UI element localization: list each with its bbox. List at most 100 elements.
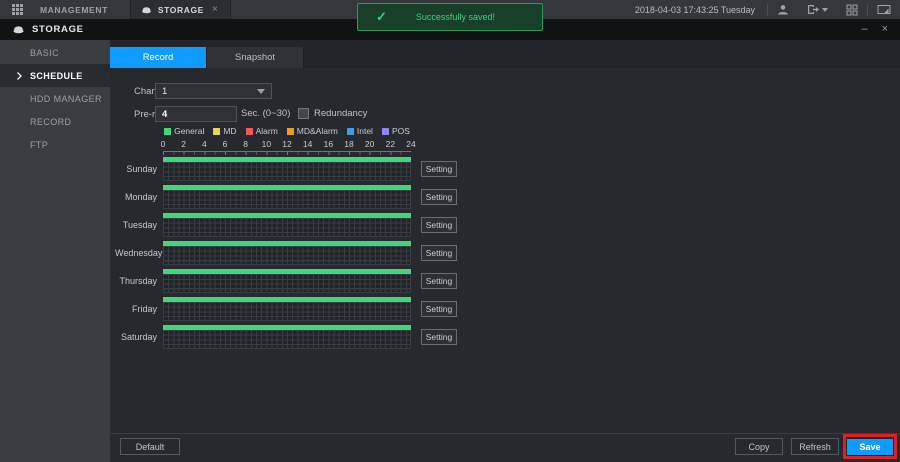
sidebar-item-label: BASIC	[30, 48, 59, 58]
storage-disk-icon	[12, 25, 25, 34]
redundancy-checkbox[interactable]	[298, 108, 309, 119]
sidebar-item-label: HDD MANAGER	[30, 94, 102, 104]
alarm-swatch	[246, 128, 253, 135]
timeline-monday[interactable]	[163, 185, 411, 209]
view-grid-button[interactable]	[837, 0, 867, 19]
live-preview-button[interactable]	[868, 0, 900, 19]
md-swatch	[213, 128, 220, 135]
schedule-row-thursday: Thursday Setting	[115, 269, 457, 293]
timeline-wednesday[interactable]	[163, 241, 411, 265]
timeline-saturday[interactable]	[163, 325, 411, 349]
storage-disk-icon	[141, 6, 152, 14]
sidebar-item-ftp[interactable]: FTP	[0, 133, 110, 156]
apps-menu-button[interactable]	[0, 0, 34, 19]
tab-storage[interactable]: STORAGE ×	[130, 0, 231, 19]
sidebar-item-label: FTP	[30, 140, 48, 150]
save-highlight-box: Save	[843, 434, 897, 459]
schedule-row-tuesday: Tuesday Setting	[115, 213, 457, 237]
minimize-icon[interactable]: –	[861, 24, 867, 35]
day-label: Saturday	[115, 332, 157, 342]
setting-button-thursday[interactable]: Setting	[421, 273, 457, 289]
timeline-grid	[163, 274, 411, 293]
timeline-grid	[163, 330, 411, 349]
user-icon	[777, 4, 789, 16]
redundancy-label: Redundancy	[314, 106, 367, 122]
timeline-grid	[163, 162, 411, 181]
check-icon: ✓	[376, 9, 387, 25]
prerecord-unit-label: Sec. (0~30)	[241, 106, 290, 122]
mdalarm-swatch	[287, 128, 294, 135]
timeline-thursday[interactable]	[163, 269, 411, 293]
monitor-icon	[877, 4, 891, 16]
app-window: MANAGEMENT STORAGE × 2018-04-03 17:43:25…	[0, 0, 900, 462]
chevron-down-icon	[822, 8, 828, 12]
schedule-row-monday: Monday Setting	[115, 185, 457, 209]
sidebar: BASIC SCHEDULE HDD MANAGER RECORD FTP	[0, 40, 110, 462]
sidebar-item-label: RECORD	[30, 117, 71, 127]
legend-item-general: General	[164, 126, 204, 136]
hour-axis: 0 2 4 6 8 10 12 14 16 18 20 22 24	[163, 139, 411, 150]
timeline-friday[interactable]	[163, 297, 411, 321]
tab-close-icon[interactable]: ×	[210, 4, 220, 16]
timeline-tuesday[interactable]	[163, 213, 411, 237]
pos-swatch	[382, 128, 389, 135]
management-tab-label: MANAGEMENT	[40, 5, 108, 15]
setting-button-friday[interactable]: Setting	[421, 301, 457, 317]
schedule-row-sunday: Sunday Setting	[115, 157, 457, 181]
timeline-grid	[163, 302, 411, 321]
system-datetime: 2018-04-03 17:43:25 Tuesday	[635, 5, 767, 15]
main-content: Record Snapshot Channel 1 Pre-record Sec…	[110, 40, 900, 462]
legend-item-pos: POS	[382, 126, 410, 136]
timeline-grid	[163, 218, 411, 237]
setting-button-wednesday[interactable]: Setting	[421, 245, 457, 261]
day-label: Thursday	[115, 276, 157, 286]
toast-message: Successfully saved!	[387, 12, 542, 22]
sidebar-item-schedule[interactable]: SCHEDULE	[0, 64, 110, 87]
channel-select[interactable]: 1	[155, 83, 272, 99]
tab-snapshot[interactable]: Snapshot	[207, 47, 304, 68]
tab-bar: Record Snapshot	[110, 40, 900, 68]
intel-swatch	[347, 128, 354, 135]
record-type-legend: General MD Alarm MD&Alarm Intel POS	[163, 126, 411, 136]
sidebar-item-label: SCHEDULE	[30, 71, 83, 81]
copy-button[interactable]: Copy	[735, 438, 783, 455]
window-grid-icon	[846, 4, 858, 16]
chevron-right-icon	[17, 72, 22, 80]
sidebar-item-record[interactable]: RECORD	[0, 110, 110, 133]
day-label: Wednesday	[115, 248, 157, 258]
setting-button-monday[interactable]: Setting	[421, 189, 457, 205]
logout-icon	[807, 4, 819, 15]
timeline-grid	[163, 190, 411, 209]
tab-record[interactable]: Record	[110, 47, 207, 68]
legend-item-md: MD	[213, 126, 236, 136]
timeline-grid	[163, 246, 411, 265]
default-button[interactable]: Default	[120, 438, 180, 455]
toast-success: ✓ Successfully saved!	[357, 3, 543, 31]
save-button[interactable]: Save	[847, 439, 893, 455]
apps-grid-icon	[12, 4, 23, 15]
tab-management[interactable]: MANAGEMENT	[34, 0, 130, 19]
setting-button-saturday[interactable]: Setting	[421, 329, 457, 345]
timeline-sunday[interactable]	[163, 157, 411, 181]
storage-tab-label: STORAGE	[158, 5, 204, 15]
page-title: STORAGE	[32, 24, 84, 35]
logout-button[interactable]	[798, 0, 837, 19]
refresh-button[interactable]: Refresh	[791, 438, 839, 455]
user-account-button[interactable]	[768, 0, 798, 19]
schedule-row-saturday: Saturday Setting	[115, 325, 457, 349]
setting-button-tuesday[interactable]: Setting	[421, 217, 457, 233]
hour-axis-ticks	[163, 151, 411, 155]
day-label: Friday	[115, 304, 157, 314]
channel-value: 1	[162, 86, 167, 97]
setting-button-sunday[interactable]: Setting	[421, 161, 457, 177]
day-label: Sunday	[115, 164, 157, 174]
sidebar-item-hdd-manager[interactable]: HDD MANAGER	[0, 87, 110, 110]
sidebar-item-basic[interactable]: BASIC	[0, 41, 110, 64]
legend-item-alarm: Alarm	[246, 126, 278, 136]
schedule-grid: Sunday Setting Monday Setting Tuesday	[115, 157, 457, 353]
day-label: Monday	[115, 192, 157, 202]
general-swatch	[164, 128, 171, 135]
prerecord-input[interactable]	[155, 106, 237, 122]
close-icon[interactable]: ×	[882, 24, 888, 35]
dropdown-arrow-icon	[257, 89, 265, 94]
